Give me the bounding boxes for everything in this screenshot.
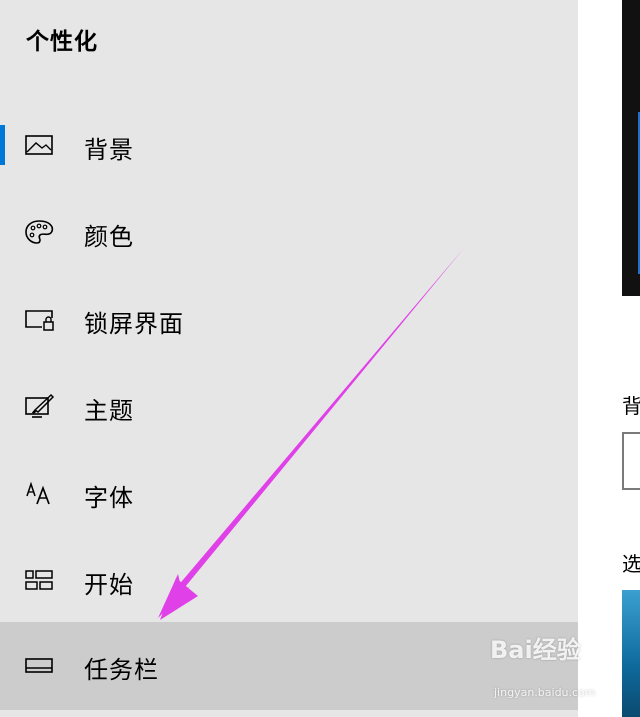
background-dropdown[interactable]: [622, 432, 640, 490]
nav-label: 颜色: [84, 223, 134, 251]
settings-sidebar: 个性化 背景 颜色 锁屏界面 主题 字体 开始 任务栏: [0, 0, 578, 717]
font-icon: [26, 481, 50, 505]
taskbar-icon: [25, 658, 53, 673]
lock-screen-icon: [25, 310, 54, 331]
choose-picture-heading: 选: [622, 552, 640, 576]
content-pane: 背 选: [578, 0, 640, 717]
nav-label: 锁屏界面: [84, 310, 184, 338]
background-heading: 背: [622, 394, 640, 418]
nav-label: 主题: [84, 397, 134, 425]
nav-item-lock-screen[interactable]: 锁屏界面: [0, 295, 578, 343]
nav-label: 字体: [84, 484, 134, 512]
page-title: 个性化: [26, 29, 98, 55]
nav-label: 开始: [84, 571, 134, 599]
nav-label: 任务栏: [84, 656, 159, 684]
theme-brush-icon: [25, 393, 55, 418]
palette-icon: [25, 220, 54, 244]
nav-label: 背景: [84, 136, 134, 164]
picture-icon: [25, 135, 53, 155]
nav-item-start[interactable]: 开始: [0, 556, 578, 604]
nav-item-themes[interactable]: 主题: [0, 382, 578, 430]
picture-thumbnail[interactable]: [622, 590, 640, 717]
start-tiles-icon: [25, 570, 53, 590]
nav-item-colors[interactable]: 颜色: [0, 208, 578, 256]
selected-indicator: [0, 125, 5, 165]
nav-item-taskbar[interactable]: 任务栏: [0, 622, 578, 710]
nav-item-fonts[interactable]: 字体: [0, 469, 578, 517]
nav-item-background[interactable]: 背景: [0, 121, 578, 169]
